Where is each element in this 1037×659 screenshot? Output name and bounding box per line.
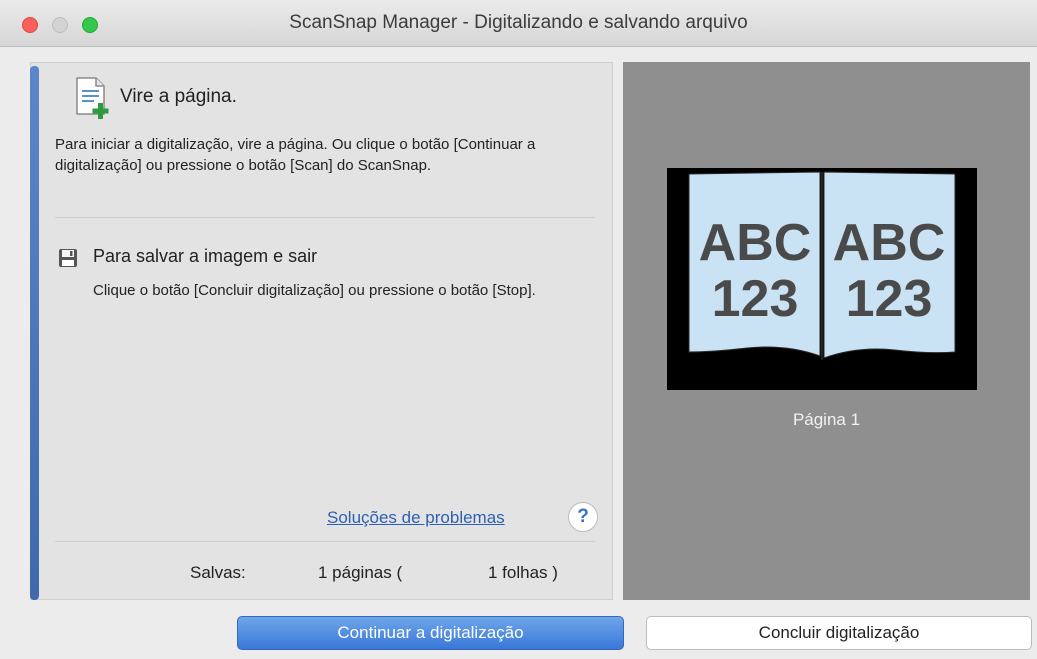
save-title: Para salvar a imagem e sair [93,246,318,266]
scanned-book-preview: ABC 123 ABC 123 [667,168,977,390]
window-title: ScanSnap Manager - Digitalizando e salva… [289,12,748,33]
floppy-disk-icon [59,249,77,267]
right-page-text-2: 123 [846,270,933,328]
panel-accent-bar [30,66,39,600]
save-description: Clique o botão [Concluir digitalização] … [93,282,536,299]
page-label: Página 1 [792,410,861,429]
left-page-text-1: ABC [699,214,812,272]
status-divider [55,541,595,542]
continue-scanning-button[interactable]: Continuar a digitalização [237,616,624,650]
saved-sheets-count: 1 folhas ) [488,563,558,582]
step-title: Vire a página. [120,86,237,107]
saved-pages-count: 1 páginas ( [318,563,403,582]
left-page-text-2: 123 [712,270,799,328]
document-add-icon [76,77,109,119]
finish-scanning-button[interactable]: Concluir digitalização [646,616,1032,650]
step-description: Para iniciar a digitalização, vire a pág… [55,136,536,174]
section-divider [55,217,595,218]
right-page-text-1: ABC [833,214,946,272]
help-button[interactable]: ? [568,502,598,532]
title-bar[interactable]: ScanSnap Manager - Digitalizando e salva… [0,0,1037,47]
troubleshooting-link[interactable]: Soluções de problemas [327,508,505,528]
scansnap-window: ScanSnap Manager - Digitalizando e salva… [0,0,1037,659]
saved-label: Salvas: [190,563,246,582]
